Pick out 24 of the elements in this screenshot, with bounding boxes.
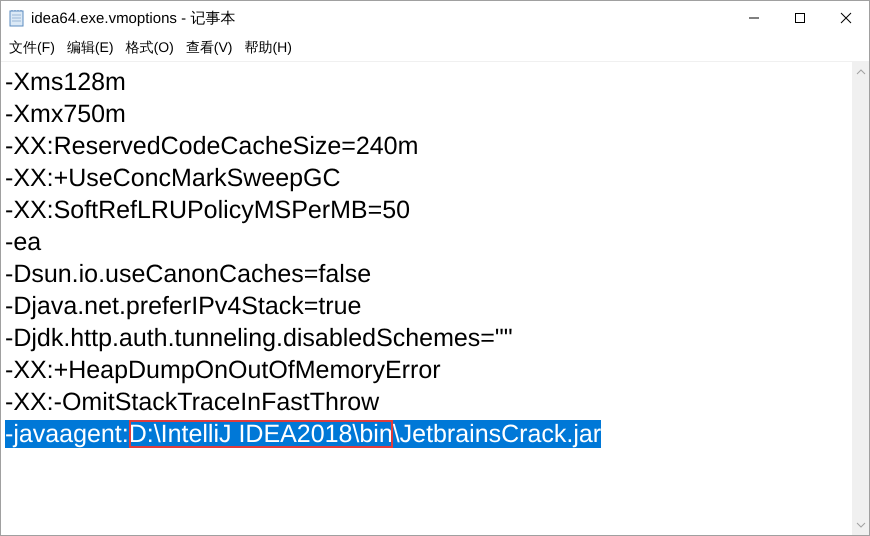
text-line: -XX:-OmitStackTraceInFastThrow (5, 388, 380, 416)
text-line: -XX:ReservedCodeCacheSize=240m (5, 132, 418, 160)
text-line: -XX:SoftRefLRUPolicyMSPerMB=50 (5, 196, 410, 224)
menu-item[interactable]: 编辑(E) (60, 36, 120, 60)
text-line: -ea (5, 228, 42, 256)
text-line: -Xms128m (5, 68, 126, 96)
menu-item[interactable]: 格式(O) (120, 36, 180, 60)
window-title: idea64.exe.vmoptions - 记事本 (31, 8, 236, 28)
maximize-icon (794, 12, 806, 24)
close-icon (840, 12, 852, 24)
text-line: -Xmx750m (5, 100, 126, 128)
text-line: -Djava.net.preferIPv4Stack=true (5, 292, 362, 320)
text-line: -Djdk.http.auth.tunneling.disabledSchemes="" (5, 324, 513, 352)
scrollbar[interactable] (852, 62, 869, 535)
menu-item[interactable]: 帮助(H) (238, 36, 298, 60)
text-line: -XX:+HeapDumpOnOutOfMemoryError (5, 356, 441, 384)
scroll-up-icon[interactable] (856, 68, 866, 76)
highlighted-text: D:\IntelliJ IDEA2018\bin (128, 420, 393, 448)
notepad-icon (9, 9, 25, 27)
menu-item[interactable]: 文件(F) (3, 36, 61, 60)
menu-item[interactable]: 查看(V) (180, 36, 238, 60)
scroll-down-icon[interactable] (856, 521, 866, 529)
text-line: -XX:+UseConcMarkSweepGC (5, 164, 341, 192)
text-line: -Dsun.io.useCanonCaches=false (5, 260, 372, 288)
